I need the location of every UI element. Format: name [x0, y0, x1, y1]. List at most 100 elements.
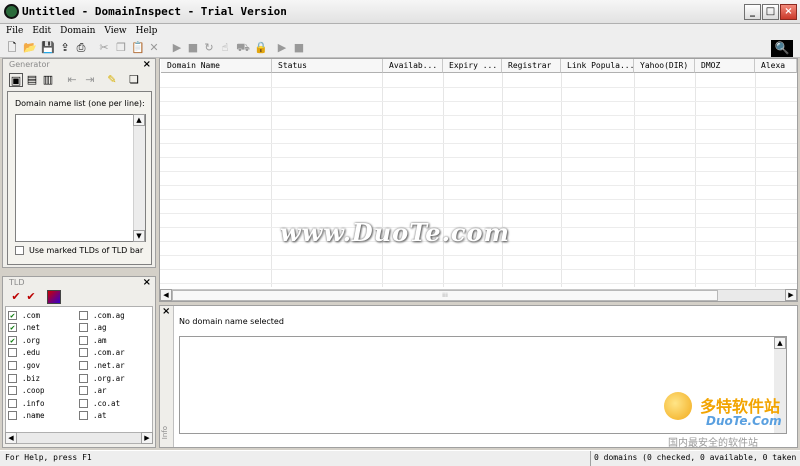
scroll-up-icon[interactable]: ▲	[133, 114, 145, 126]
tld-checkbox[interactable]	[8, 348, 17, 358]
generator-close-icon[interactable]: ×	[143, 59, 151, 70]
tld-checkbox[interactable]	[8, 386, 17, 396]
tld-scroll-right-icon[interactable]: ▶	[141, 432, 153, 444]
hand-icon[interactable]: ☝	[218, 41, 232, 55]
generator-copy-icon[interactable]: ❏	[127, 73, 141, 87]
print-icon[interactable]: ⎙	[74, 41, 88, 55]
tld-item[interactable]: .coop	[8, 385, 45, 397]
tld-item[interactable]: ✔ .com	[8, 309, 40, 321]
move-right-icon[interactable]: ⇥	[83, 73, 97, 87]
refresh-icon[interactable]: ↻	[202, 41, 216, 55]
tld-checkbox[interactable]: ✔	[8, 335, 17, 345]
tld-item[interactable]: .com.ar	[79, 347, 125, 359]
column-header-registrar[interactable]: Registrar	[502, 59, 561, 73]
tld-scroll-left-icon[interactable]: ◀	[5, 432, 17, 444]
stop-selected-icon[interactable]: ■	[292, 41, 306, 55]
tld-checkbox[interactable]	[79, 348, 88, 358]
column-header-status[interactable]: Status	[272, 59, 383, 73]
domain-list-textarea[interactable]: ▲ ▼	[15, 114, 146, 242]
tld-item[interactable]: .net.ar	[79, 359, 125, 371]
close-button[interactable]: ×	[780, 4, 797, 20]
tld-item[interactable]: .gov	[8, 359, 40, 371]
tld-item[interactable]: .info	[8, 397, 45, 409]
tld-label: .info	[22, 398, 45, 408]
menu-domain[interactable]: Domain	[60, 26, 95, 36]
use-tlds-option[interactable]: Use marked TLDs of TLD bar	[15, 246, 143, 255]
tld-checkbox[interactable]	[79, 323, 88, 333]
tld-item[interactable]: ✔ .org	[8, 334, 40, 346]
maximize-button[interactable]: □	[762, 4, 779, 20]
tld-item[interactable]: .edu	[8, 347, 40, 359]
column-header-link-popularity[interactable]: Link Popula...	[561, 59, 634, 73]
tld-item[interactable]: .ag	[79, 322, 107, 334]
tld-checkbox[interactable]	[79, 360, 88, 370]
cart-icon[interactable]: ⛟	[236, 41, 250, 55]
tld-item[interactable]: ✔ .net	[8, 322, 40, 334]
tld-checkbox[interactable]: ✔	[8, 310, 17, 320]
new-icon[interactable]: 🗋	[5, 41, 19, 55]
tld-checkbox[interactable]	[8, 373, 17, 383]
tld-checkbox[interactable]	[8, 411, 17, 421]
tld-item[interactable]: .co.at	[79, 397, 120, 409]
move-left-icon[interactable]: ⇤	[65, 73, 79, 87]
column-header-availability[interactable]: Availab...	[383, 59, 443, 73]
tld-checkbox[interactable]	[8, 398, 17, 408]
open-icon[interactable]: 📂	[23, 41, 37, 55]
tld-item[interactable]: .am	[79, 334, 107, 346]
tld-item[interactable]: .at	[79, 410, 107, 422]
tld-hscrollbar[interactable]: ◀ ▶	[5, 432, 153, 444]
generator-mode-2-icon[interactable]: ▤	[25, 73, 39, 87]
lock-icon[interactable]: 🔒	[254, 41, 268, 55]
column-header-dmoz[interactable]: DMOZ	[695, 59, 755, 73]
start-icon[interactable]: ▶	[170, 41, 184, 55]
tld-item[interactable]: .name	[8, 410, 45, 422]
table-scroll-thumb[interactable]: ⁞⁞⁞	[172, 290, 718, 301]
uncheck-all-icon[interactable]: ✔	[24, 290, 38, 304]
menu-file[interactable]: File	[6, 26, 23, 36]
export-icon[interactable]: ⇪	[58, 41, 72, 55]
tld-checkbox[interactable]	[8, 360, 17, 370]
copy-icon[interactable]: ❐	[114, 41, 128, 55]
tld-item[interactable]: .com.ag	[79, 309, 125, 321]
tld-item[interactable]: .org.ar	[79, 372, 125, 384]
column-header-expiry[interactable]: Expiry ...	[443, 59, 502, 73]
tld-checkbox[interactable]	[79, 373, 88, 383]
tld-checkbox[interactable]	[79, 411, 88, 421]
column-header-yahoo[interactable]: Yahoo(DIR)	[634, 59, 695, 73]
tld-close-icon[interactable]: ×	[143, 277, 151, 288]
delete-icon[interactable]: ✕	[147, 41, 161, 55]
search-icon[interactable]: 🔍	[771, 40, 793, 57]
table-scroll-left-icon[interactable]: ◀	[160, 289, 172, 301]
tld-checkbox[interactable]	[79, 310, 88, 320]
paste-icon[interactable]: 📋	[131, 41, 145, 55]
tld-checkbox[interactable]	[79, 386, 88, 396]
column-header-domain-name[interactable]: Domain Name	[161, 59, 272, 73]
check-all-icon[interactable]: ✔	[9, 290, 23, 304]
tld-label: .com.ar	[93, 348, 125, 358]
menu-edit[interactable]: Edit	[32, 26, 51, 36]
tld-item[interactable]: .biz	[8, 372, 40, 384]
pencil-icon[interactable]: ✎	[105, 73, 119, 87]
tld-color-icon[interactable]	[47, 290, 61, 304]
menu-view[interactable]: View	[104, 26, 126, 36]
stop-icon[interactable]: ■	[186, 41, 200, 55]
generator-mode-1-icon[interactable]: ▣	[9, 73, 23, 87]
save-icon[interactable]: 💾	[41, 41, 55, 55]
run-selected-icon[interactable]: ▶	[275, 41, 289, 55]
generator-mode-3-icon[interactable]: ▥	[41, 73, 55, 87]
column-header-alexa[interactable]: Alexa	[755, 59, 797, 73]
info-scroll-up-icon[interactable]: ▲	[774, 337, 786, 349]
menu-help[interactable]: Help	[136, 26, 158, 36]
info-close-icon[interactable]: ×	[162, 306, 170, 317]
tld-item[interactable]: .ar	[79, 385, 107, 397]
scroll-down-icon[interactable]: ▼	[133, 230, 145, 242]
cut-icon[interactable]: ✂	[97, 41, 111, 55]
use-tlds-checkbox[interactable]	[15, 246, 24, 255]
table-scroll-right-icon[interactable]: ▶	[785, 289, 797, 301]
tld-checkbox[interactable]	[79, 398, 88, 408]
domain-table-hscrollbar[interactable]: ◀ ⁞⁞⁞ ▶	[160, 289, 797, 301]
domain-list-scrollbar[interactable]: ▲ ▼	[133, 114, 145, 242]
minimize-button[interactable]: _	[744, 4, 761, 20]
tld-checkbox[interactable]: ✔	[8, 323, 17, 333]
tld-checkbox[interactable]	[79, 335, 88, 345]
